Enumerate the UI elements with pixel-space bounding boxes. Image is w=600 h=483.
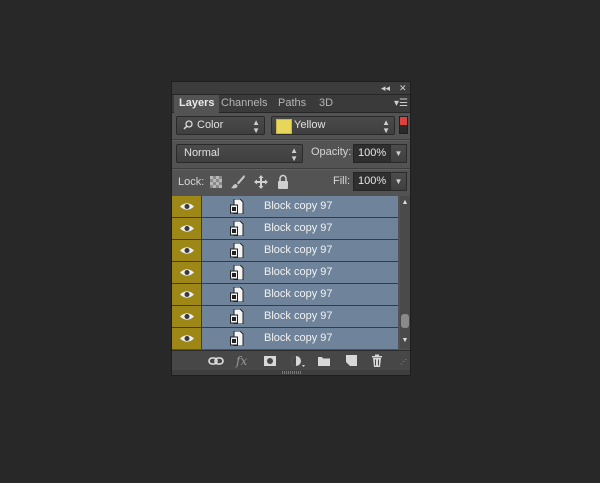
chevron-updown-icon: ▲ ▼ xyxy=(252,118,260,135)
layer-row[interactable]: Block copy 97 xyxy=(172,284,398,306)
eye-icon xyxy=(180,225,194,232)
tab-3d[interactable]: 3D xyxy=(314,95,338,112)
layer-name: Block copy 97 xyxy=(264,200,333,212)
smart-object-icon xyxy=(230,330,244,347)
lock-transparent-icon[interactable] xyxy=(210,176,222,191)
layer-name: Block copy 97 xyxy=(264,222,333,234)
layer-name: Block copy 97 xyxy=(264,266,333,278)
layer-row[interactable]: Block copy 97 xyxy=(172,328,398,349)
eye-icon xyxy=(180,269,194,276)
fill-label: Fill: xyxy=(333,175,351,187)
folder-icon[interactable] xyxy=(317,354,331,368)
move-icon[interactable] xyxy=(253,174,269,193)
layers-panel: ◂◂ ✕ Layers Channels Paths 3D ▾☰ Color ▲… xyxy=(171,81,411,376)
lock-icon[interactable] xyxy=(276,174,290,193)
smart-object-icon xyxy=(230,198,244,215)
resize-grip-icon[interactable]: ⋰ xyxy=(400,359,407,366)
trash-icon[interactable] xyxy=(370,354,384,368)
smart-object-icon xyxy=(230,264,244,281)
brush-icon[interactable] xyxy=(230,174,246,193)
opacity-input[interactable]: 100% xyxy=(353,144,391,163)
opacity-dropdown-button[interactable]: ▼ xyxy=(390,144,407,163)
filter-toggle[interactable] xyxy=(399,116,408,134)
new-layer-icon[interactable] xyxy=(344,354,358,368)
layer-row[interactable]: Block copy 97 xyxy=(172,196,398,218)
filter-color-dropdown[interactable]: Yellow ▲ ▼ xyxy=(271,116,395,135)
opacity-label: Opacity: xyxy=(311,146,352,158)
mask-icon[interactable] xyxy=(263,354,277,368)
visibility-toggle[interactable] xyxy=(172,284,202,305)
visibility-toggle[interactable] xyxy=(172,218,202,239)
panel-titlebar: ◂◂ ✕ xyxy=(172,82,410,95)
eye-icon xyxy=(180,203,194,210)
scroll-thumb[interactable] xyxy=(401,314,409,328)
divider xyxy=(172,168,410,170)
drag-handle xyxy=(282,371,302,374)
layer-name: Block copy 97 xyxy=(264,332,333,344)
panel-tabs: Layers Channels Paths 3D ▾☰ xyxy=(172,95,410,113)
blend-mode-label: Normal xyxy=(184,147,220,159)
layers-scrollbar[interactable]: ▲ ▼ xyxy=(400,196,410,349)
layer-row[interactable]: Block copy 97 xyxy=(172,262,398,284)
fx-icon[interactable]: fx xyxy=(236,354,250,368)
visibility-toggle[interactable] xyxy=(172,196,202,217)
smart-object-icon xyxy=(230,308,244,325)
visibility-toggle[interactable] xyxy=(172,328,202,349)
tab-channels[interactable]: Channels xyxy=(216,95,272,112)
search-icon xyxy=(183,117,193,140)
layer-name: Block copy 97 xyxy=(264,310,333,322)
collapse-icon[interactable]: ◂◂ xyxy=(381,82,390,94)
chevron-updown-icon: ▲ ▼ xyxy=(290,146,298,163)
layer-row[interactable]: Block copy 97 xyxy=(172,218,398,240)
color-swatch xyxy=(276,119,292,134)
tab-paths[interactable]: Paths xyxy=(273,95,311,112)
fill-dropdown-button[interactable]: ▼ xyxy=(390,172,407,191)
panel-menu-icon[interactable]: ▾☰ xyxy=(394,95,408,112)
scroll-up-icon[interactable]: ▲ xyxy=(400,198,410,208)
fill-input[interactable]: 100% xyxy=(353,172,391,191)
close-icon[interactable]: ✕ xyxy=(399,82,407,94)
link-icon[interactable] xyxy=(208,354,224,368)
scroll-down-icon[interactable]: ▼ xyxy=(400,336,410,346)
panel-footer: fx ⋰ xyxy=(172,350,410,371)
blend-mode-dropdown[interactable]: Normal ▲ ▼ xyxy=(176,144,303,163)
filter-kind-label: Color xyxy=(197,119,224,131)
panel-bottom-grip[interactable] xyxy=(172,370,410,375)
smart-object-icon xyxy=(230,242,244,259)
eye-icon xyxy=(180,335,194,342)
layer-row[interactable]: Block copy 97 xyxy=(172,306,398,328)
tab-layers[interactable]: Layers xyxy=(174,95,220,113)
filter-kind-dropdown[interactable]: Color ▲ ▼ xyxy=(176,116,265,135)
layers-list: Block copy 97 Block copy 97 Block copy 9… xyxy=(172,196,400,349)
lock-label: Lock: xyxy=(178,176,205,188)
filter-color-label: Yellow xyxy=(294,119,326,131)
layer-name: Block copy 97 xyxy=(264,244,333,256)
smart-object-icon xyxy=(230,286,244,303)
eye-icon xyxy=(180,313,194,320)
layer-name: Block copy 97 xyxy=(264,288,333,300)
visibility-toggle[interactable] xyxy=(172,306,202,327)
layer-row[interactable]: Block copy 97 xyxy=(172,240,398,262)
adjustment-icon[interactable] xyxy=(290,354,305,368)
eye-icon xyxy=(180,247,194,254)
visibility-toggle[interactable] xyxy=(172,240,202,261)
divider xyxy=(172,139,410,141)
filter-toggle-indicator xyxy=(400,117,407,125)
chevron-updown-icon: ▲ ▼ xyxy=(382,118,390,135)
visibility-toggle[interactable] xyxy=(172,262,202,283)
eye-icon xyxy=(180,291,194,298)
smart-object-icon xyxy=(230,220,244,237)
